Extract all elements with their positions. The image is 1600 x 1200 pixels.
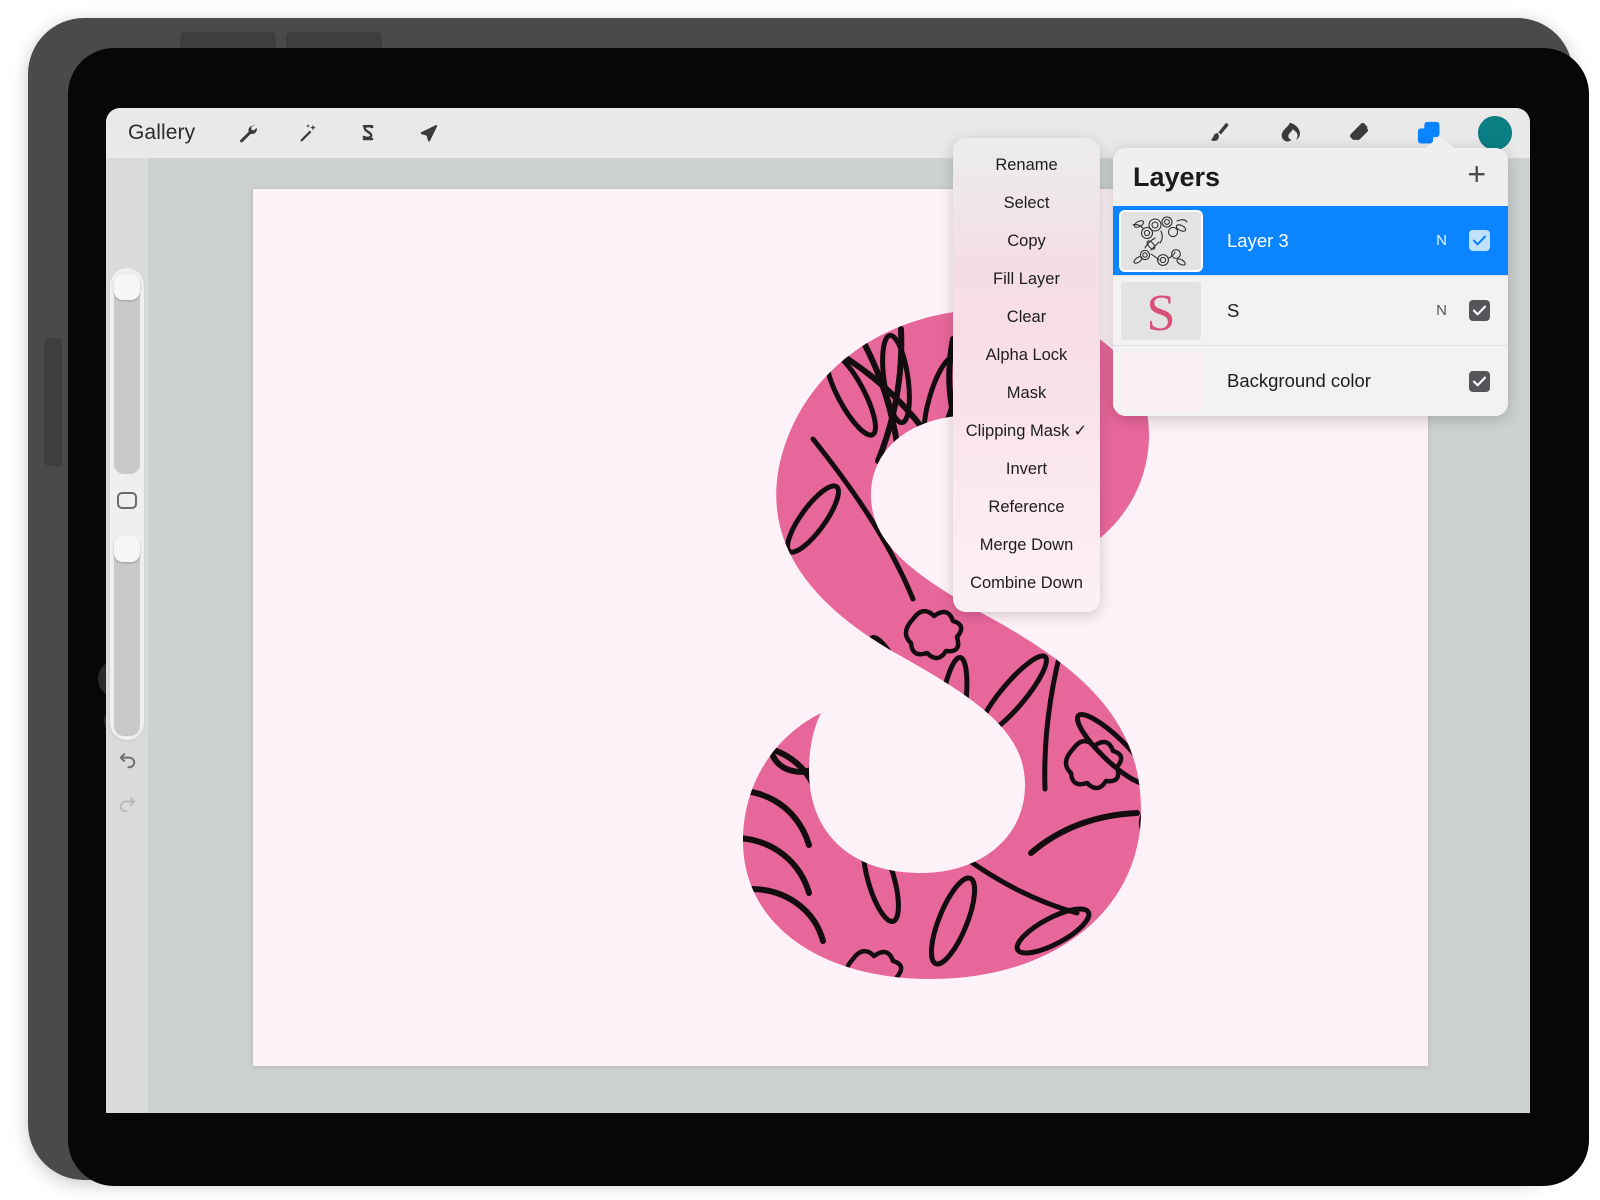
layer-thumbnail-floral[interactable] [1121,211,1201,270]
checkmark-icon: ✓ [1073,422,1088,440]
menu-label: Rename [995,156,1058,174]
menu-item-alpha-lock[interactable]: Alpha Lock [953,336,1100,374]
arrow-icon[interactable] [407,116,449,150]
menu-label: Combine Down [970,574,1083,592]
brush-opacity-thumb[interactable] [114,536,140,562]
paintbrush-icon[interactable] [1198,116,1240,150]
menu-label: Reference [988,498,1065,516]
table-row[interactable]: S S N [1113,276,1508,346]
wrench-icon[interactable] [227,116,269,150]
brush-size-thumb[interactable] [114,274,140,300]
menu-label: Alpha Lock [985,346,1068,364]
menu-item-rename[interactable]: Rename [953,146,1100,184]
layer-context-menu: Rename Select Copy Fill Layer Clear Alph… [953,138,1100,612]
selection-icon[interactable] [347,116,389,150]
layer-visibility-checkbox[interactable] [1469,300,1490,321]
modify-button[interactable] [110,474,144,526]
menu-item-invert[interactable]: Invert [953,450,1100,488]
tablet-device-frame: Gallery Rename Select Copy Fill Layer Cl… [28,18,1589,1186]
menu-item-fill-layer[interactable]: Fill Layer [953,260,1100,298]
floral-s-thumb-icon [1121,211,1201,270]
right-tool-group [1198,116,1512,150]
blend-mode-label[interactable]: N [1436,302,1447,319]
brush-opacity-slider[interactable] [114,536,140,736]
power-button[interactable] [44,338,62,466]
layer-visibility-checkbox[interactable] [1469,230,1490,251]
svg-text:S: S [1147,285,1176,340]
left-tool-group [227,116,449,150]
blend-mode-label[interactable]: N [1436,232,1447,249]
layer-name: Layer 3 [1227,229,1289,251]
layers-panel-header: Layers + [1113,148,1508,206]
layers-panel-notch [1424,135,1456,150]
menu-item-merge-down[interactable]: Merge Down [953,526,1100,564]
eraser-icon[interactable] [1338,116,1380,150]
layer-visibility-checkbox[interactable] [1469,370,1490,392]
gallery-button[interactable]: Gallery [122,117,201,149]
menu-item-copy[interactable]: Copy [953,222,1100,260]
menu-item-clear[interactable]: Clear [953,298,1100,336]
brush-size-slider[interactable] [114,274,140,474]
menu-label: Invert [1005,460,1048,478]
layer-name: S [1227,299,1240,321]
menu-item-clipping-mask[interactable]: Clipping Mask ✓ [953,412,1100,450]
add-layer-button[interactable]: + [1463,158,1490,196]
menu-label: Merge Down [979,536,1074,554]
menu-item-mask[interactable]: Mask [953,374,1100,412]
menu-label: Clear [1006,308,1047,326]
menu-item-combine-down[interactable]: Combine Down [953,564,1100,602]
modify-square-icon [117,491,137,509]
page-title: Layers [1133,161,1221,192]
menu-label: Select [1003,194,1050,212]
menu-label: Clipping Mask [965,422,1070,440]
smudge-icon[interactable] [1268,116,1310,150]
layer-name: Background color [1227,370,1371,391]
brush-controls [110,268,144,740]
pink-serif-s-thumb-icon: S [1121,281,1201,340]
wand-icon[interactable] [287,116,329,150]
redo-button[interactable] [110,782,144,826]
menu-label: Copy [1007,232,1046,250]
menu-item-select[interactable]: Select [953,184,1100,222]
menu-label: Fill Layer [993,270,1060,288]
menu-item-reference[interactable]: Reference [953,488,1100,526]
layer-thumbnail-letter-s[interactable]: S [1121,281,1201,340]
history-controls [110,738,144,826]
color-swatch[interactable] [1478,116,1512,150]
table-row[interactable]: Layer 3 N [1113,206,1508,276]
menu-label: Mask [1006,384,1047,402]
undo-button[interactable] [110,738,144,782]
left-sidebar [106,158,148,1113]
layer-thumbnail-background[interactable] [1121,352,1201,410]
layers-panel: Layers + Layer 3 N S S N Background colo… [1113,148,1508,416]
tablet-screen: Gallery Rename Select Copy Fill Layer Cl… [106,108,1530,1113]
table-row[interactable]: Background color [1113,346,1508,416]
